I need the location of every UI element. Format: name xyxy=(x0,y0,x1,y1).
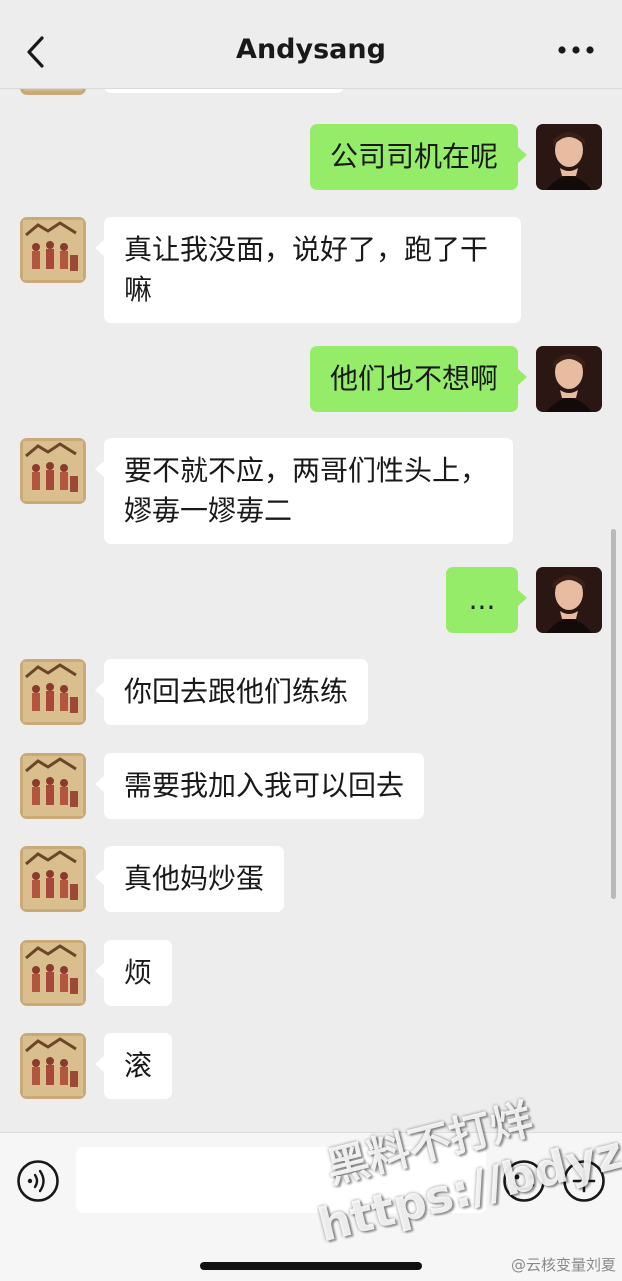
painting-avatar-icon xyxy=(20,217,86,283)
message-bubble[interactable]: 你回去跟他们练练 xyxy=(94,659,369,725)
message-bubble[interactable] xyxy=(104,89,344,93)
emoji-icon[interactable] xyxy=(502,1159,546,1203)
message-bubble[interactable]: 要不就不应，两哥们性头上，嫪毐一嫪毐二 xyxy=(95,438,513,544)
self-avatar[interactable] xyxy=(536,124,602,190)
portrait-avatar-icon xyxy=(536,124,602,190)
chat-header: Andysang xyxy=(0,0,622,89)
plus-circle-icon[interactable] xyxy=(562,1159,606,1203)
portrait-avatar-icon xyxy=(536,567,602,633)
contact-avatar[interactable] xyxy=(20,89,86,95)
painting-avatar-icon xyxy=(20,89,86,95)
contact-avatar[interactable] xyxy=(20,940,86,1006)
voice-icon[interactable] xyxy=(16,1159,60,1203)
painting-avatar-icon xyxy=(20,753,86,819)
home-indicator[interactable] xyxy=(200,1262,422,1270)
chat-messages[interactable]: 公司司机在呢 真让我没面，说好了，跑了干嘛 他们也不想啊 要不就不应，两哥们性头… xyxy=(0,89,622,1132)
painting-avatar-icon xyxy=(20,1033,86,1099)
contact-avatar[interactable] xyxy=(20,217,86,283)
weibo-credit: @云核变量刘夏 xyxy=(510,1256,616,1274)
chat-title: Andysang xyxy=(236,34,386,65)
contact-avatar[interactable] xyxy=(20,753,86,819)
painting-avatar-icon xyxy=(20,659,86,725)
contact-avatar[interactable] xyxy=(20,659,86,725)
more-dots-icon[interactable] xyxy=(556,36,596,64)
painting-avatar-icon xyxy=(20,940,86,1006)
message-bubble[interactable]: 他们也不想啊 xyxy=(309,346,528,412)
scrollbar[interactable] xyxy=(611,529,616,899)
contact-avatar[interactable] xyxy=(20,846,86,912)
self-avatar[interactable] xyxy=(536,346,602,412)
self-avatar[interactable] xyxy=(536,567,602,633)
message-bubble[interactable]: ... xyxy=(446,567,527,633)
painting-avatar-icon xyxy=(20,438,86,504)
message-bubble[interactable]: 真他妈炒蛋 xyxy=(94,846,285,912)
message-bubble[interactable]: 滚 xyxy=(94,1033,173,1099)
message-bubble[interactable]: 需要我加入我可以回去 xyxy=(94,753,425,819)
contact-avatar[interactable] xyxy=(20,438,86,504)
contact-avatar[interactable] xyxy=(20,1033,86,1099)
painting-avatar-icon xyxy=(20,846,86,912)
message-bubble[interactable]: 真让我没面，说好了，跑了干嘛 xyxy=(95,217,521,323)
message-bubble[interactable]: 烦 xyxy=(94,940,173,1006)
portrait-avatar-icon xyxy=(536,346,602,412)
message-bubble[interactable]: 公司司机在呢 xyxy=(309,124,528,190)
message-input[interactable] xyxy=(76,1147,486,1213)
